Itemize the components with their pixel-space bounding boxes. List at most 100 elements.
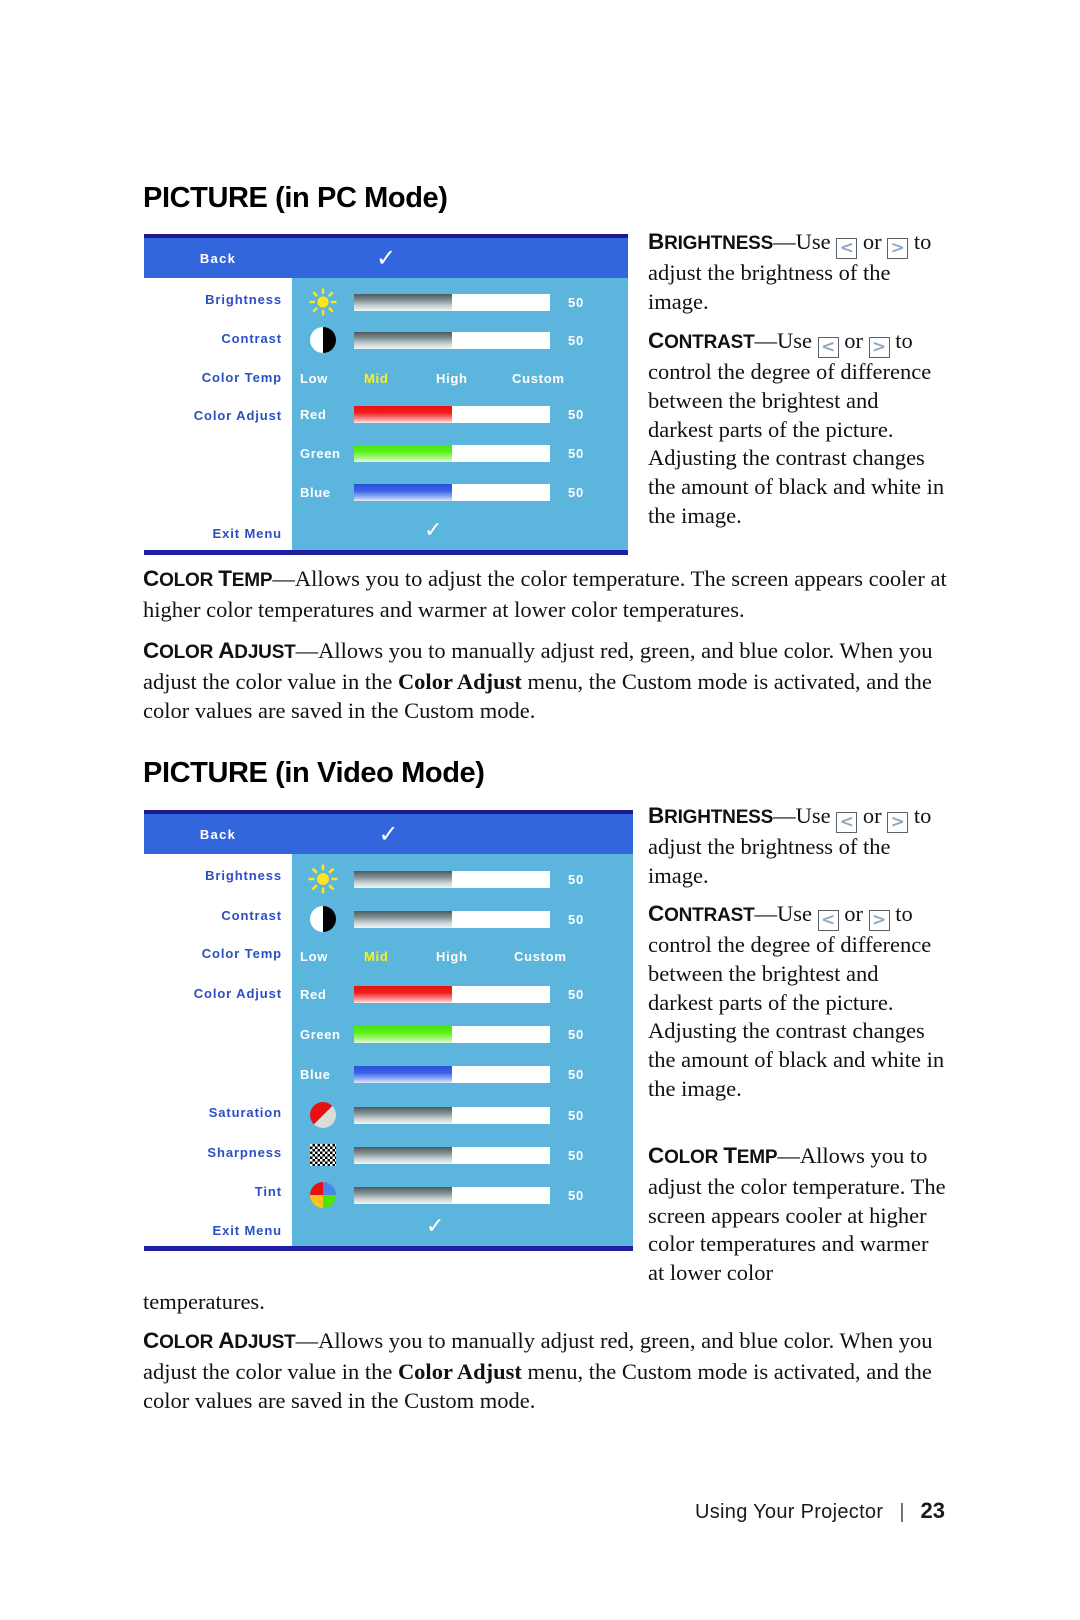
sharpness-slider[interactable] xyxy=(354,1146,550,1164)
sidebar-item-color-temp[interactable]: Color Temp xyxy=(202,946,282,961)
contrast-icon xyxy=(292,327,354,353)
emphasis-color-adjust: Color Adjust xyxy=(397,668,522,694)
blue-label: Blue xyxy=(300,484,331,500)
tint-slider[interactable] xyxy=(354,1186,550,1204)
contrast-slider[interactable] xyxy=(354,331,550,349)
contrast-slider[interactable] xyxy=(354,910,550,928)
red-slider[interactable] xyxy=(354,405,550,423)
check-icon: ✓ xyxy=(424,518,443,543)
green-slider[interactable] xyxy=(354,444,550,462)
page-footer: Using Your Projector | 23 xyxy=(695,1498,945,1524)
osd-exit-menu[interactable]: Exit Menu xyxy=(213,1223,283,1238)
osd-sidebar: Brightness Contrast Color Temp Color Adj… xyxy=(144,278,292,550)
osd-row-sharpness[interactable]: 50 xyxy=(292,1140,633,1170)
osd-row-red[interactable]: Red 50 xyxy=(292,402,628,426)
sun-icon xyxy=(292,863,354,895)
brightness-value: 50 xyxy=(568,294,585,310)
sidebar-item-contrast[interactable]: Contrast xyxy=(221,908,282,923)
blue-slider[interactable] xyxy=(354,1065,550,1083)
right-arrow-icon: > xyxy=(887,238,909,259)
red-label: Red xyxy=(300,986,327,1002)
brightness-slider[interactable] xyxy=(354,293,550,311)
osd-row-color-temp[interactable]: Low Mid High Custom xyxy=(292,944,633,968)
osd-panel: 50 50 Low Mid High Custom Red 50 Green 5… xyxy=(292,278,628,550)
blue-value: 50 xyxy=(568,484,585,500)
osd-row-green[interactable]: Green 50 xyxy=(292,1022,633,1046)
osd-row-red[interactable]: Red 50 xyxy=(292,982,633,1006)
slider-fill xyxy=(354,985,452,1003)
color-temp-continuation: temperatures. xyxy=(143,1289,265,1314)
osd-body: Brightness Contrast Color Temp Color Adj… xyxy=(144,278,628,550)
slider-fill xyxy=(354,1025,452,1043)
sidebar-item-brightness[interactable]: Brightness xyxy=(205,292,282,307)
green-slider[interactable] xyxy=(354,1025,550,1043)
color-temp-option-high[interactable]: High xyxy=(436,371,512,386)
color-adjust-paragraph-pc: COLOR ADJUST—Allows you to manually adju… xyxy=(143,638,933,723)
red-slider[interactable] xyxy=(354,985,550,1003)
contrast-value: 50 xyxy=(568,911,585,927)
sidebar-item-brightness[interactable]: Brightness xyxy=(205,868,282,883)
sidebar-item-sharpness[interactable]: Sharpness xyxy=(207,1145,282,1160)
osd-row-tint[interactable]: 50 xyxy=(292,1180,633,1210)
right-arrow-icon: > xyxy=(868,337,890,358)
osd-row-contrast[interactable]: 50 xyxy=(292,326,628,354)
sidebar-item-color-temp[interactable]: Color Temp xyxy=(202,370,282,385)
brightness-slider[interactable] xyxy=(354,870,550,888)
color-temp-option-custom[interactable]: Custom xyxy=(512,371,565,386)
slider-fill xyxy=(354,1106,452,1124)
sidebar-item-saturation[interactable]: Saturation xyxy=(209,1105,282,1120)
saturation-icon xyxy=(292,1102,354,1128)
saturation-slider[interactable] xyxy=(354,1106,550,1124)
osd-row-green[interactable]: Green 50 xyxy=(292,441,628,465)
color-temp-option-mid[interactable]: Mid xyxy=(364,371,436,386)
contrast-description-pc: CONTRAST—Use < or > to control the degre… xyxy=(648,328,945,528)
osd-back-button[interactable]: Back xyxy=(144,827,292,842)
osd-row-blue[interactable]: Blue 50 xyxy=(292,480,628,504)
osd-row-blue[interactable]: Blue 50 xyxy=(292,1062,633,1086)
red-label: Red xyxy=(300,406,327,422)
red-value: 50 xyxy=(568,986,585,1002)
color-temp-option-custom[interactable]: Custom xyxy=(514,949,567,964)
slider-fill xyxy=(354,331,452,349)
osd-body: Brightness Contrast Color Temp Color Adj… xyxy=(144,854,633,1246)
term-brightness: BRIGHTNESS xyxy=(648,229,774,254)
slider-fill xyxy=(354,1065,452,1083)
color-adjust-paragraph-video: COLOR ADJUST—Allows you to manually adju… xyxy=(143,1328,933,1413)
osd-row-saturation[interactable]: 50 xyxy=(292,1100,633,1130)
slider-fill xyxy=(354,405,452,423)
blue-label: Blue xyxy=(300,1066,331,1082)
osd-row-contrast[interactable]: 50 xyxy=(292,904,633,934)
check-icon: ✓ xyxy=(375,244,397,272)
brightness-description-pc: BRIGHTNESS—Use < or > to adjust the brig… xyxy=(648,229,932,314)
slider-fill xyxy=(354,444,452,462)
green-value: 50 xyxy=(568,445,585,461)
left-arrow-icon: < xyxy=(836,812,858,833)
sun-icon xyxy=(292,287,354,317)
osd-exit-menu[interactable]: Exit Menu xyxy=(213,526,283,541)
osd-row-brightness[interactable]: 50 xyxy=(292,864,633,894)
blue-slider[interactable] xyxy=(354,483,550,501)
contrast-value: 50 xyxy=(568,332,585,348)
osd-panel: 50 50 Low Mid High Custom Red 50 Green 5… xyxy=(292,854,633,1246)
osd-row-color-temp[interactable]: Low Mid High Custom xyxy=(292,366,628,390)
green-value: 50 xyxy=(568,1026,585,1042)
sidebar-item-color-adjust[interactable]: Color Adjust xyxy=(194,986,282,1001)
sidebar-item-contrast[interactable]: Contrast xyxy=(221,331,282,346)
color-temp-option-high[interactable]: High xyxy=(436,949,514,964)
osd-row-brightness[interactable]: 50 xyxy=(292,288,628,316)
sharpness-icon xyxy=(292,1144,354,1166)
osd-titlebar: Back ✓ xyxy=(144,810,633,854)
sidebar-item-color-adjust[interactable]: Color Adjust xyxy=(194,408,282,423)
page-title-pc-mode: PICTURE (in PC Mode) xyxy=(143,182,448,214)
color-temp-option-low[interactable]: Low xyxy=(300,371,364,386)
footer-separator: | xyxy=(899,1501,905,1523)
sidebar-item-tint[interactable]: Tint xyxy=(255,1184,282,1199)
brightness-description-video: BRIGHTNESS—Use < or > to adjust the brig… xyxy=(648,803,932,888)
tint-icon xyxy=(292,1182,354,1208)
saturation-value: 50 xyxy=(568,1107,585,1123)
color-temp-option-low[interactable]: Low xyxy=(300,949,364,964)
left-arrow-icon: < xyxy=(817,910,839,931)
osd-back-button[interactable]: Back xyxy=(144,251,292,266)
color-temp-option-mid[interactable]: Mid xyxy=(364,949,436,964)
page-title-video-mode: PICTURE (in Video Mode) xyxy=(143,757,485,789)
